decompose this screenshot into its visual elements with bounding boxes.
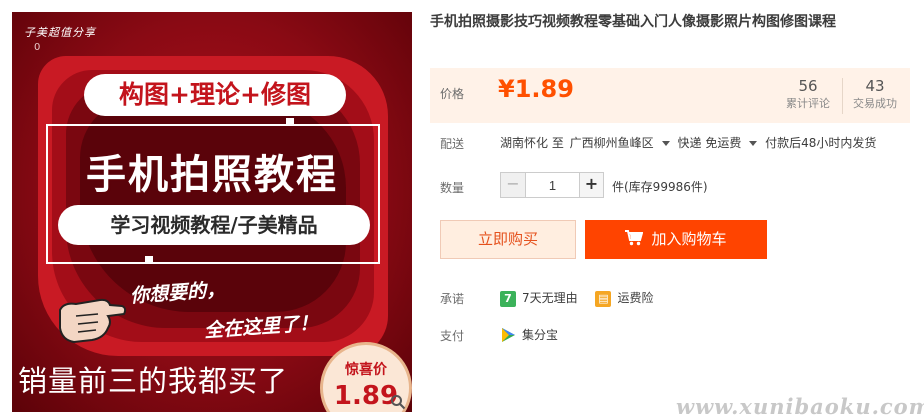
deals-label: 交易成功 bbox=[853, 97, 897, 110]
delivery-from: 湖南怀化 至 bbox=[500, 136, 564, 150]
review-label: 累计评论 bbox=[786, 97, 830, 110]
review-count: 56 bbox=[798, 77, 818, 95]
image-topic-pill: 构图+理论+修图 bbox=[84, 74, 346, 116]
delivery-destination: 广西柳州鱼峰区 bbox=[569, 136, 654, 150]
quantity-decrement-button[interactable]: − bbox=[501, 173, 526, 197]
image-subtitle-pill: 学习视频教程/子美精品 bbox=[58, 205, 370, 245]
zoom-icon[interactable] bbox=[390, 394, 406, 410]
stock-info: 件(库存99986件) bbox=[612, 180, 708, 194]
freight-insurance-icon: ▤ bbox=[595, 290, 612, 307]
chevron-down-icon bbox=[749, 141, 758, 146]
product-image[interactable]: 子美超值分享 0 构图+理论+修图 手机拍照教程 学习视频教程/子美精品 你想要… bbox=[12, 12, 412, 412]
add-to-cart-label: 加入购物车 bbox=[651, 230, 727, 248]
quantity-increment-button[interactable]: + bbox=[579, 173, 603, 197]
cart-icon bbox=[625, 230, 644, 246]
payment-label: 支付 bbox=[440, 329, 465, 343]
shipping-method: 快递 免运费 bbox=[677, 136, 742, 150]
site-watermark: www.xunibaoku.com bbox=[676, 394, 924, 419]
image-brand-text: 子美超值分享 bbox=[24, 26, 96, 39]
deals-stat: 43 交易成功 bbox=[844, 76, 906, 112]
price-panel: 价格 ¥1.89 56 累计评论 43 交易成功 bbox=[430, 68, 910, 123]
delivery-row: 湖南怀化 至 广西柳州鱼峰区 快递 免运费 付款后48小时内发货 bbox=[500, 134, 878, 151]
seven-day-icon: 7 bbox=[500, 290, 516, 307]
product-detail-page: 子美超值分享 0 构图+理论+修图 手机拍照教程 学习视频教程/子美精品 你想要… bbox=[0, 0, 924, 420]
promise-freight-label: 运费险 bbox=[617, 291, 654, 305]
price-badge-label: 惊喜价 bbox=[345, 362, 387, 378]
frame-corner-dot bbox=[145, 256, 153, 264]
quantity-input[interactable] bbox=[526, 173, 579, 197]
shipping-note: 付款后48小时内发货 bbox=[765, 136, 877, 150]
stat-divider bbox=[842, 78, 843, 114]
image-bottom-slogan: 销量前三的我都买了 bbox=[18, 364, 289, 398]
promise-7day-return[interactable]: 7 7天无理由 bbox=[500, 289, 578, 307]
frame-corner-dot bbox=[286, 118, 294, 126]
review-stat[interactable]: 56 累计评论 bbox=[777, 76, 839, 112]
delivery-label: 配送 bbox=[440, 137, 465, 151]
payment-method-label: 集分宝 bbox=[522, 328, 559, 342]
jifenbao-icon bbox=[502, 327, 515, 342]
image-main-title: 手机拍照教程 bbox=[86, 152, 338, 198]
price-label: 价格 bbox=[440, 87, 465, 101]
shipping-method-select[interactable]: 快递 免运费 bbox=[678, 136, 760, 150]
add-to-cart-button[interactable]: 加入购物车 bbox=[585, 220, 767, 259]
promise-7day-label: 7天无理由 bbox=[522, 291, 578, 305]
image-brand-count: 0 bbox=[34, 42, 41, 53]
promise-freight-insurance[interactable]: ▤ 运费险 bbox=[595, 289, 653, 307]
payment-method[interactable]: 集分宝 bbox=[500, 326, 558, 343]
pointing-hand-icon bbox=[59, 298, 127, 344]
delivery-destination-select[interactable]: 广西柳州鱼峰区 bbox=[570, 136, 672, 150]
quantity-stepper: − + bbox=[500, 172, 604, 198]
promise-label: 承诺 bbox=[440, 292, 465, 306]
promise-row: 7 7天无理由 ▤ 运费险 bbox=[500, 289, 667, 307]
quantity-label: 数量 bbox=[440, 181, 465, 195]
price-value: ¥1.89 bbox=[498, 75, 574, 103]
chevron-down-icon bbox=[661, 141, 670, 146]
buy-now-button[interactable]: 立即购买 bbox=[440, 220, 576, 259]
product-title: 手机拍照摄影技巧视频教程零基础入门人像摄影照片构图修图课程 bbox=[430, 14, 836, 30]
deals-count: 43 bbox=[865, 77, 885, 95]
